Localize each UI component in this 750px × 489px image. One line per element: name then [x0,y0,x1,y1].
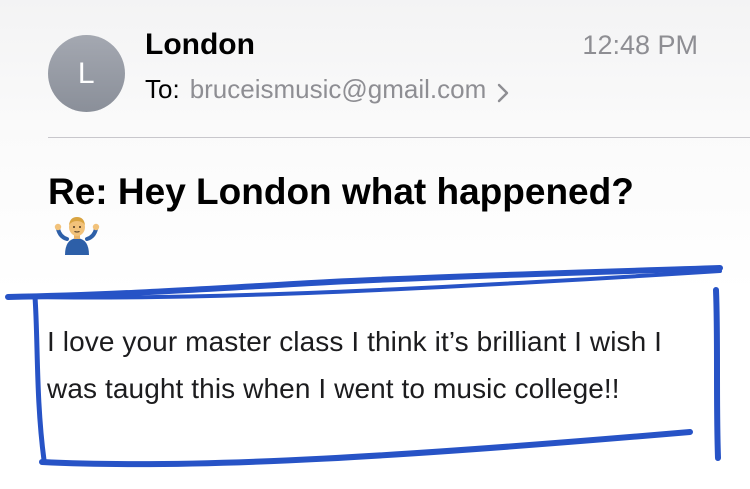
annotation-bottom-stroke [39,429,693,468]
message-body: I love your master class I think it’s br… [47,326,663,404]
sender-avatar[interactable]: L [48,35,125,112]
to-label: To: [145,74,180,104]
message-time: 12:48 PM [582,30,698,60]
subject-text: Re: Hey London what happened? [48,171,634,212]
chevron-right-icon[interactable] [496,80,510,102]
header-divider [48,137,750,138]
annotation-top-stroke-2 [28,269,722,300]
recipient-row[interactable]: To: bruceismusic@gmail.com [145,74,510,105]
sender-name[interactable]: London [145,28,255,62]
email-header: L London 12:48 PM To: bruceismusic@gmail… [0,0,750,138]
man-shrugging-emoji-icon [54,215,100,269]
avatar-initial: L [77,56,96,90]
annotation-left-stroke [32,294,47,463]
subject-line: Re: Hey London what happened? [48,166,648,273]
recipient-address[interactable]: bruceismusic@gmail.com [190,74,487,105]
